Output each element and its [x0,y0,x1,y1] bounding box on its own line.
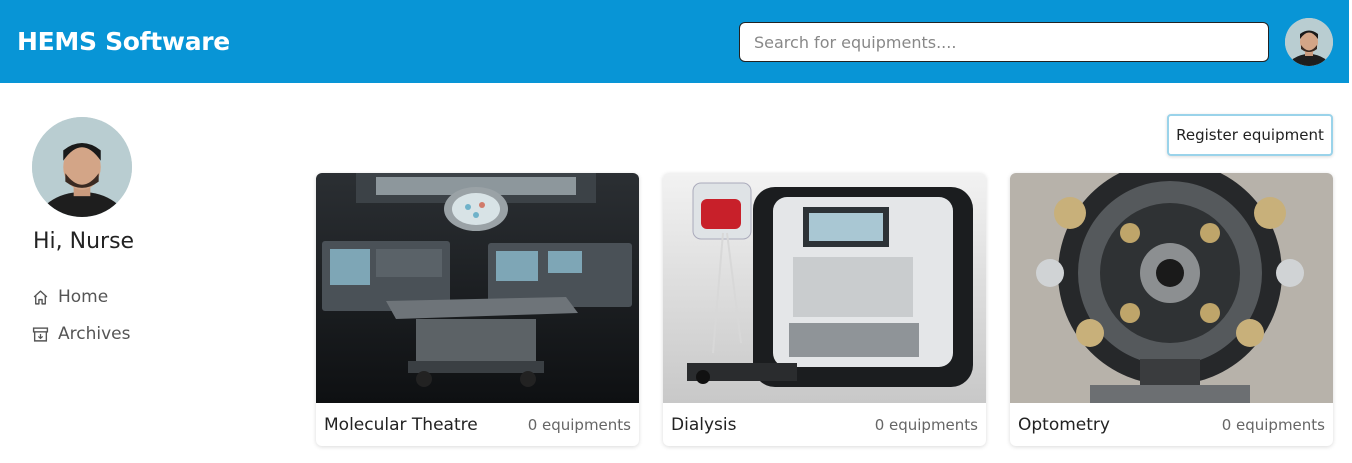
card-image [663,173,986,403]
equipment-count: 0 equipments [874,415,978,434]
category-card-dialysis[interactable]: Dialysis 0 equipments [663,173,986,446]
user-avatar[interactable] [1285,18,1333,66]
card-footer: Optometry 0 equipments [1010,403,1333,446]
avatar-image [1285,18,1333,66]
home-icon [33,289,48,305]
card-footer: Molecular Theatre 0 equipments [316,403,639,446]
profile-avatar[interactable] [32,117,132,217]
card-image [316,173,639,403]
card-footer: Dialysis 0 equipments [663,403,986,446]
archive-icon [32,326,49,342]
category-card-optometry[interactable]: Optometry 0 equipments [1010,173,1333,446]
sidebar-item-label: Archives [58,324,131,344]
sidebar-item-label: Home [58,287,109,307]
avatar-image [32,117,132,217]
card-title: Optometry [1018,414,1110,435]
sidebar-item-home[interactable]: Home [32,287,108,307]
sidebar-item-archives[interactable]: Archives [32,324,130,344]
search-input[interactable] [739,22,1269,62]
sidebar: Hi, Nurse Home Archives [0,83,300,463]
card-title: Molecular Theatre [324,414,478,435]
greeting: Hi, Nurse [33,229,135,254]
category-card-molecular-theatre[interactable]: Molecular Theatre 0 equipments [316,173,639,446]
top-header: HEMS Software [0,0,1349,83]
equipment-count: 0 equipments [527,415,631,434]
card-image [1010,173,1333,403]
equipment-count: 0 equipments [1221,415,1325,434]
register-equipment-button[interactable]: Register equipment [1167,114,1333,156]
brand-title[interactable]: HEMS Software [17,27,230,56]
card-title: Dialysis [671,414,737,435]
